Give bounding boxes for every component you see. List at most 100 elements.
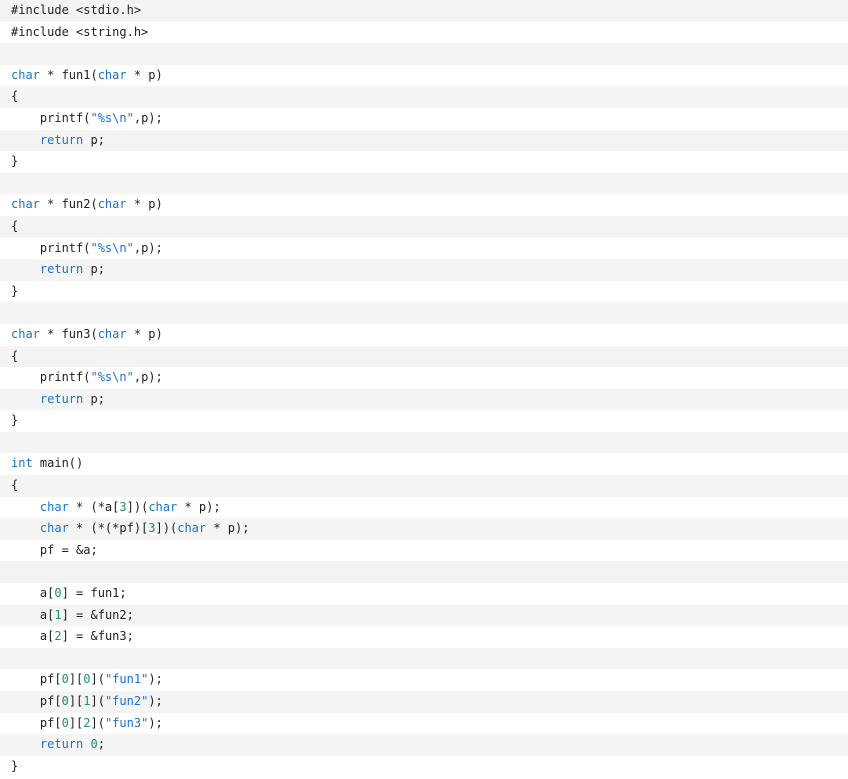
code-line: a[1] = &fun2; [0,604,848,627]
code-token: 0 [61,672,69,687]
code-token: * fun3( [39,326,98,341]
code-block: #include <stdio.h> #include <string.h> cha… [0,0,848,778]
code-token: * (*a[ [68,499,120,514]
code-line [0,172,848,195]
code-token: 0 [90,737,98,752]
code-token: * p); [177,499,221,514]
code-token: 1 [83,694,91,708]
code-line: char * (*(*pf)[3])(char * p); [0,518,848,540]
code-token: ,p); [133,240,163,255]
code-token: * p); [206,521,250,536]
code-token: #include <string.h> [11,24,149,39]
code-token: { [11,348,19,363]
code-token: pf = &a; [11,542,98,557]
code-token: char [39,521,69,536]
code-line: return p; [0,259,848,281]
code-token: 2 [54,629,62,644]
code-token: char [97,67,127,82]
code-token: ] = &fun3; [61,629,134,644]
code-line: } [0,151,848,173]
code-token: a[ [11,586,55,601]
code-line: return 0; [0,734,848,756]
code-line: pf[0][2]("fun3"); [0,712,848,735]
code-token: ] = &fun2; [61,607,134,622]
code-token: #include <stdio.h> [11,3,142,17]
code-token: ])( [126,499,149,514]
code-token: ]( [90,715,105,730]
code-token: printf( [11,110,91,125]
code-line: return p; [0,129,848,152]
code-token: * p) [126,197,163,212]
code-token: char [148,499,178,514]
code-token: printf( [11,370,91,385]
code-token: { [11,89,19,104]
code-line: printf("%s\n",p); [0,107,848,130]
code-token: } [11,413,19,428]
code-token: char [97,197,127,212]
code-line [0,43,848,65]
code-line: #include <string.h> [0,21,848,44]
code-line: pf[0][0]("fun1"); [0,669,848,691]
code-token: * fun2( [39,197,98,212]
code-token: 0 [61,715,69,730]
code-line: pf[0][1]("fun2"); [0,691,848,713]
code-token: ]( [90,672,105,687]
code-token: return [39,262,84,277]
code-token: p; [83,262,105,277]
code-token: 0 [61,694,69,708]
code-line: a[0] = fun1; [0,583,848,605]
code-token: 2 [83,715,91,730]
code-token: * p) [126,67,163,82]
code-token: pf[ [11,715,62,730]
code-token: } [11,154,19,169]
code-token: pf[ [11,694,62,708]
code-token: 0 [83,672,91,687]
code-token: ; [97,737,105,752]
code-line: char * fun3(char * p) [0,323,848,346]
code-token: 0 [54,586,62,601]
code-token: char [11,326,40,341]
code-line: int main() [0,453,848,476]
code-token: return [39,391,84,406]
code-token: 1 [54,607,62,622]
code-line: char * (*a[3])(char * p); [0,496,848,519]
code-token: * p) [126,326,163,341]
code-token: a[ [11,629,55,644]
code-line: char * fun1(char * p) [0,64,848,87]
code-line: pf = &a; [0,539,848,562]
code-token: pf[ [11,672,62,687]
code-token: char [11,197,40,212]
code-token: "%s\n" [90,370,134,385]
code-line: return p; [0,388,848,411]
code-token: } [11,758,19,773]
code-token: "fun2" [104,694,149,708]
code-line [0,561,848,584]
code-token: "fun1" [104,672,149,687]
code-token: { [11,478,19,493]
code-token: ][ [68,672,84,687]
code-token: "%s\n" [90,240,134,255]
code-token: ,p); [133,370,163,385]
code-line: { [0,215,848,238]
code-token: ]( [90,694,105,708]
code-token: ,p); [133,110,163,125]
code-token: ); [148,694,163,708]
code-line: } [0,280,848,303]
code-token: char [39,499,69,514]
code-token: } [11,283,19,298]
code-line [0,302,848,324]
code-token: char [97,326,127,341]
code-token: * fun1( [39,67,98,82]
code-token: a[ [11,607,55,622]
code-token: ][ [68,694,84,708]
code-token: ); [148,715,163,730]
code-line: { [0,345,848,368]
code-token: printf( [11,240,91,255]
